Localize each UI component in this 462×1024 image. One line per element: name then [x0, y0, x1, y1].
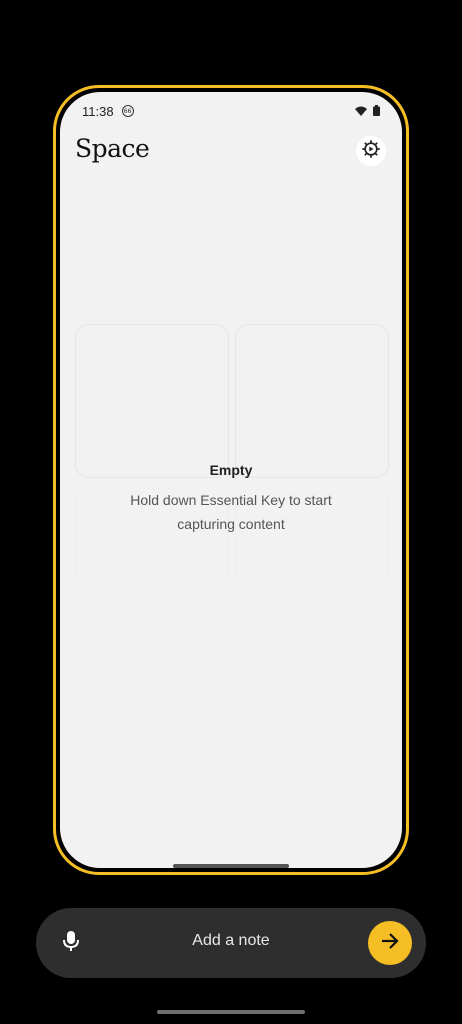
note-input-bar[interactable]: Add a note: [36, 908, 426, 978]
notification-count-badge: 66: [121, 105, 134, 117]
placeholder-card: [235, 324, 389, 478]
status-left: 11:38 66: [82, 104, 134, 119]
gear-icon: [361, 139, 381, 164]
empty-state-description: Hold down Essential Key to start capturi…: [130, 492, 332, 532]
settings-button[interactable]: [356, 136, 386, 166]
status-right: [355, 104, 380, 119]
status-bar: 11:38 66: [82, 102, 380, 120]
arrow-right-icon: [379, 930, 401, 957]
system-home-indicator[interactable]: [157, 1010, 305, 1014]
send-button[interactable]: [368, 921, 412, 965]
battery-icon: [373, 104, 380, 119]
page: 11:38 66 Space Empty Hold down Essential…: [0, 0, 462, 1024]
phone-frame: 11:38 66 Space Empty Hold down Essential…: [53, 85, 409, 875]
placeholder-card: [75, 324, 229, 478]
app-screen: 11:38 66 Space Empty Hold down Essential…: [60, 92, 402, 868]
page-title: Space: [75, 134, 150, 163]
status-time: 11:38: [82, 103, 114, 119]
app-home-indicator: [173, 864, 289, 868]
wifi-icon: [355, 104, 367, 119]
empty-state-title: Empty: [209, 462, 253, 478]
